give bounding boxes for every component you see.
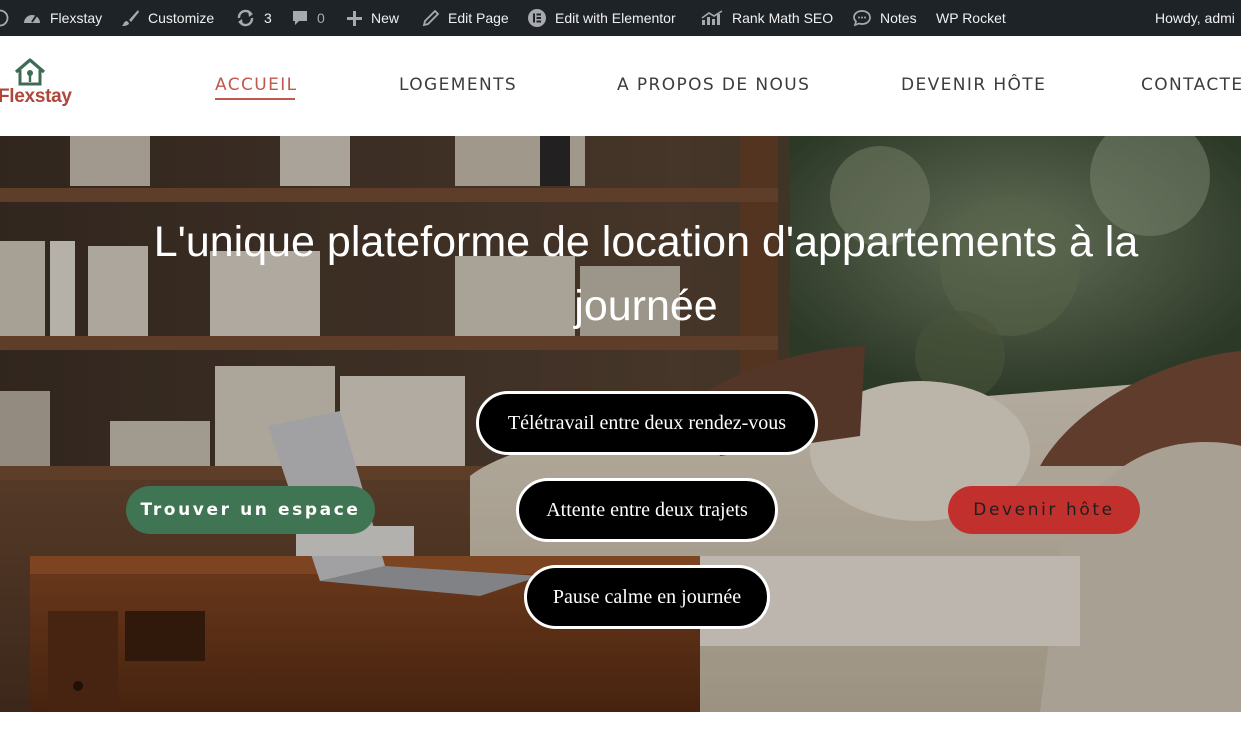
comment-icon (291, 9, 309, 27)
use-case-pill-teletravail[interactable]: Télétravail entre deux rendez-vous (476, 391, 818, 455)
edit-page-label: Edit Page (448, 10, 509, 26)
dashboard-icon (22, 9, 42, 27)
brush-icon (121, 9, 140, 27)
pencil-icon (422, 9, 440, 27)
hero-section: L'unique plateforme de location d'appart… (0, 136, 1241, 712)
edit-page-link[interactable]: Edit Page (422, 0, 509, 36)
become-host-button[interactable]: Devenir hôte (948, 486, 1140, 534)
hero-title-line-1: L'unique plateforme de location d'appart… (153, 218, 1139, 266)
customize-label: Customize (148, 10, 215, 26)
house-key-icon (14, 58, 46, 86)
new-content-link[interactable]: New (346, 0, 399, 36)
comments-link[interactable]: 0 (291, 0, 325, 36)
site-name-menu[interactable]: Flexstay (22, 0, 102, 36)
site-header: Flexstay ACCUEIL LOGEMENTS A PROPOS DE N… (0, 36, 1241, 136)
nav-item-contactez[interactable]: CONTACTEZ (1141, 75, 1241, 95)
wp-admin-bar: Flexstay Customize 3 0 New Edit Page Edi… (0, 0, 1241, 36)
wp-rocket-label: WP Rocket (936, 10, 1006, 26)
user-account-menu[interactable]: Howdy, admi (1155, 0, 1235, 36)
wordpress-menu[interactable] (0, 0, 17, 36)
nav-item-logements[interactable]: LOGEMENTS (399, 75, 517, 95)
plus-icon (346, 10, 363, 27)
wordpress-icon (0, 9, 9, 27)
notes-link[interactable]: Notes (852, 0, 917, 36)
hero-title: L'unique plateforme de location d'appart… (40, 210, 1241, 338)
use-case-pill-attente[interactable]: Attente entre deux trajets (516, 478, 778, 542)
site-name-label: Flexstay (50, 10, 103, 26)
rank-math-icon (700, 9, 724, 27)
logo-text: Flexstay (0, 86, 72, 107)
updates-count: 3 (264, 10, 272, 26)
edit-elementor-label: Edit with Elementor (555, 10, 676, 26)
hero-title-line-2: journée (574, 282, 718, 330)
elementor-icon (527, 8, 547, 28)
nav-item-a-propos[interactable]: A PROPOS DE NOUS (617, 75, 810, 95)
wp-rocket-link[interactable]: WP Rocket (936, 0, 1006, 36)
rank-math-link[interactable]: Rank Math SEO (700, 0, 833, 36)
updates-link[interactable]: 3 (235, 0, 272, 36)
customize-link[interactable]: Customize (121, 0, 214, 36)
notes-label: Notes (880, 10, 917, 26)
comments-count: 0 (317, 10, 325, 26)
nav-item-devenir-hote[interactable]: DEVENIR HÔTE (901, 75, 1046, 95)
nav-active-underline (215, 98, 295, 100)
edit-elementor-link[interactable]: Edit with Elementor (527, 0, 676, 36)
new-label: New (371, 10, 400, 26)
howdy-label: Howdy, admi (1155, 10, 1235, 26)
use-case-pill-pause[interactable]: Pause calme en journée (524, 565, 770, 629)
notes-icon (852, 9, 872, 27)
site-logo[interactable]: Flexstay (0, 58, 78, 114)
nav-item-accueil[interactable]: ACCUEIL (215, 75, 298, 95)
updates-icon (235, 9, 256, 27)
find-space-button[interactable]: Trouver un espace (126, 486, 375, 534)
rank-math-label: Rank Math SEO (732, 10, 834, 26)
